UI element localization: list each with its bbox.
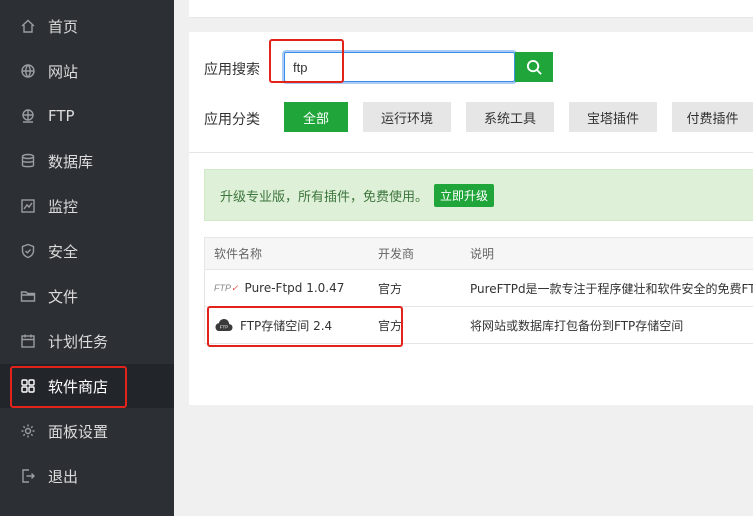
sidebar-item-label: FTP (48, 107, 75, 125)
software-name: FTP存储空间 2.4 (240, 318, 333, 333)
notice-text: 升级专业版，所有插件，免费使用。 (220, 189, 429, 205)
sidebar-item-label: 文件 (48, 287, 79, 306)
search-button[interactable] (515, 52, 553, 82)
ftp-logo: FTP✓ (214, 282, 239, 293)
category-bt-plugins-button[interactable]: 宝塔插件 (569, 102, 657, 132)
home-icon (20, 18, 36, 34)
sidebar-item-home[interactable]: 首页 (0, 4, 174, 48)
table-row[interactable]: FTP✓ Pure-Ftpd 1.0.47 官方 PureFTPd是一款专注于程… (204, 270, 753, 307)
sidebar-item-label: 面板设置 (48, 422, 109, 441)
search-label: 应用搜索 (204, 62, 260, 78)
software-desc: 将网站或数据库打包备份到FTP存储空间 (470, 318, 684, 333)
sidebar-item-label: 监控 (48, 197, 79, 216)
sidebar-item-label: 安全 (48, 242, 79, 261)
folder-icon (20, 288, 36, 304)
software-name: Pure-Ftpd 1.0.47 (244, 281, 345, 295)
sidebar-item-label: 网站 (48, 62, 79, 81)
col-header-name: 软件名称 (214, 247, 263, 261)
sidebar-item-website[interactable]: 网站 (0, 49, 174, 93)
sidebar-item-label: 软件商店 (48, 377, 109, 396)
sidebar-item-label: 退出 (48, 467, 79, 486)
table-header: 软件名称 开发商 说明 (204, 237, 753, 270)
shield-icon (20, 243, 36, 259)
svg-text:FTP: FTP (220, 325, 229, 330)
sidebar-item-ftp[interactable]: FTP (0, 94, 174, 138)
database-icon (20, 153, 36, 169)
category-runtime-button[interactable]: 运行环境 (363, 102, 451, 132)
upgrade-button[interactable]: 立即升级 (434, 183, 495, 207)
sidebar-item-logout[interactable]: 退出 (0, 454, 174, 498)
upgrade-notice: 升级专业版，所有插件，免费使用。 立即升级 (204, 169, 753, 221)
col-header-vendor: 开发商 (378, 247, 415, 261)
divider (189, 152, 753, 153)
ftp-cloud-icon: FTP (215, 319, 233, 331)
app-store-panel: 应用搜索 应用分类 全部 运行环境 系统工具 宝塔插件 付费插件 升级专业版，所… (189, 32, 753, 405)
search-input[interactable] (284, 52, 515, 82)
software-vendor: 官方 (378, 281, 403, 296)
category-system-tools-button[interactable]: 系统工具 (466, 102, 554, 132)
globe-icon (20, 63, 36, 79)
top-card (189, 0, 753, 18)
software-vendor: 官方 (378, 318, 403, 333)
monitor-icon (20, 198, 36, 214)
sidebar-item-label: 数据库 (48, 152, 94, 171)
gear-icon (20, 423, 36, 439)
grid-icon (20, 378, 36, 394)
sidebar-item-cron[interactable]: 计划任务 (0, 319, 174, 363)
ftp-icon (20, 108, 36, 124)
sidebar-item-files[interactable]: 文件 (0, 274, 174, 318)
search-icon (526, 59, 542, 75)
sidebar-item-label: 首页 (48, 17, 79, 36)
table-row[interactable]: FTP FTP存储空间 2.4 官方 将网站或数据库打包备份到FTP存储空间 (204, 307, 753, 344)
sidebar-item-security[interactable]: 安全 (0, 229, 174, 273)
calendar-icon (20, 333, 36, 349)
sidebar-item-label: 计划任务 (48, 332, 109, 351)
sidebar-item-monitor[interactable]: 监控 (0, 184, 174, 228)
sidebar-item-settings[interactable]: 面板设置 (0, 409, 174, 453)
col-header-desc: 说明 (470, 247, 495, 261)
category-paid-plugins-button[interactable]: 付费插件 (672, 102, 753, 132)
sidebar-item-app-store[interactable]: 软件商店 (0, 364, 174, 408)
category-label: 应用分类 (204, 112, 260, 128)
logout-icon (20, 468, 36, 484)
category-all-button[interactable]: 全部 (284, 102, 348, 132)
sidebar: 首页 网站 FTP 数据库 监控 安全 文件 计划任务 软件商店 面板设置 退出 (0, 0, 174, 516)
sidebar-item-database[interactable]: 数据库 (0, 139, 174, 183)
software-desc: PureFTPd是一款专注于程序健壮和软件安全的免费FTP (470, 281, 753, 296)
